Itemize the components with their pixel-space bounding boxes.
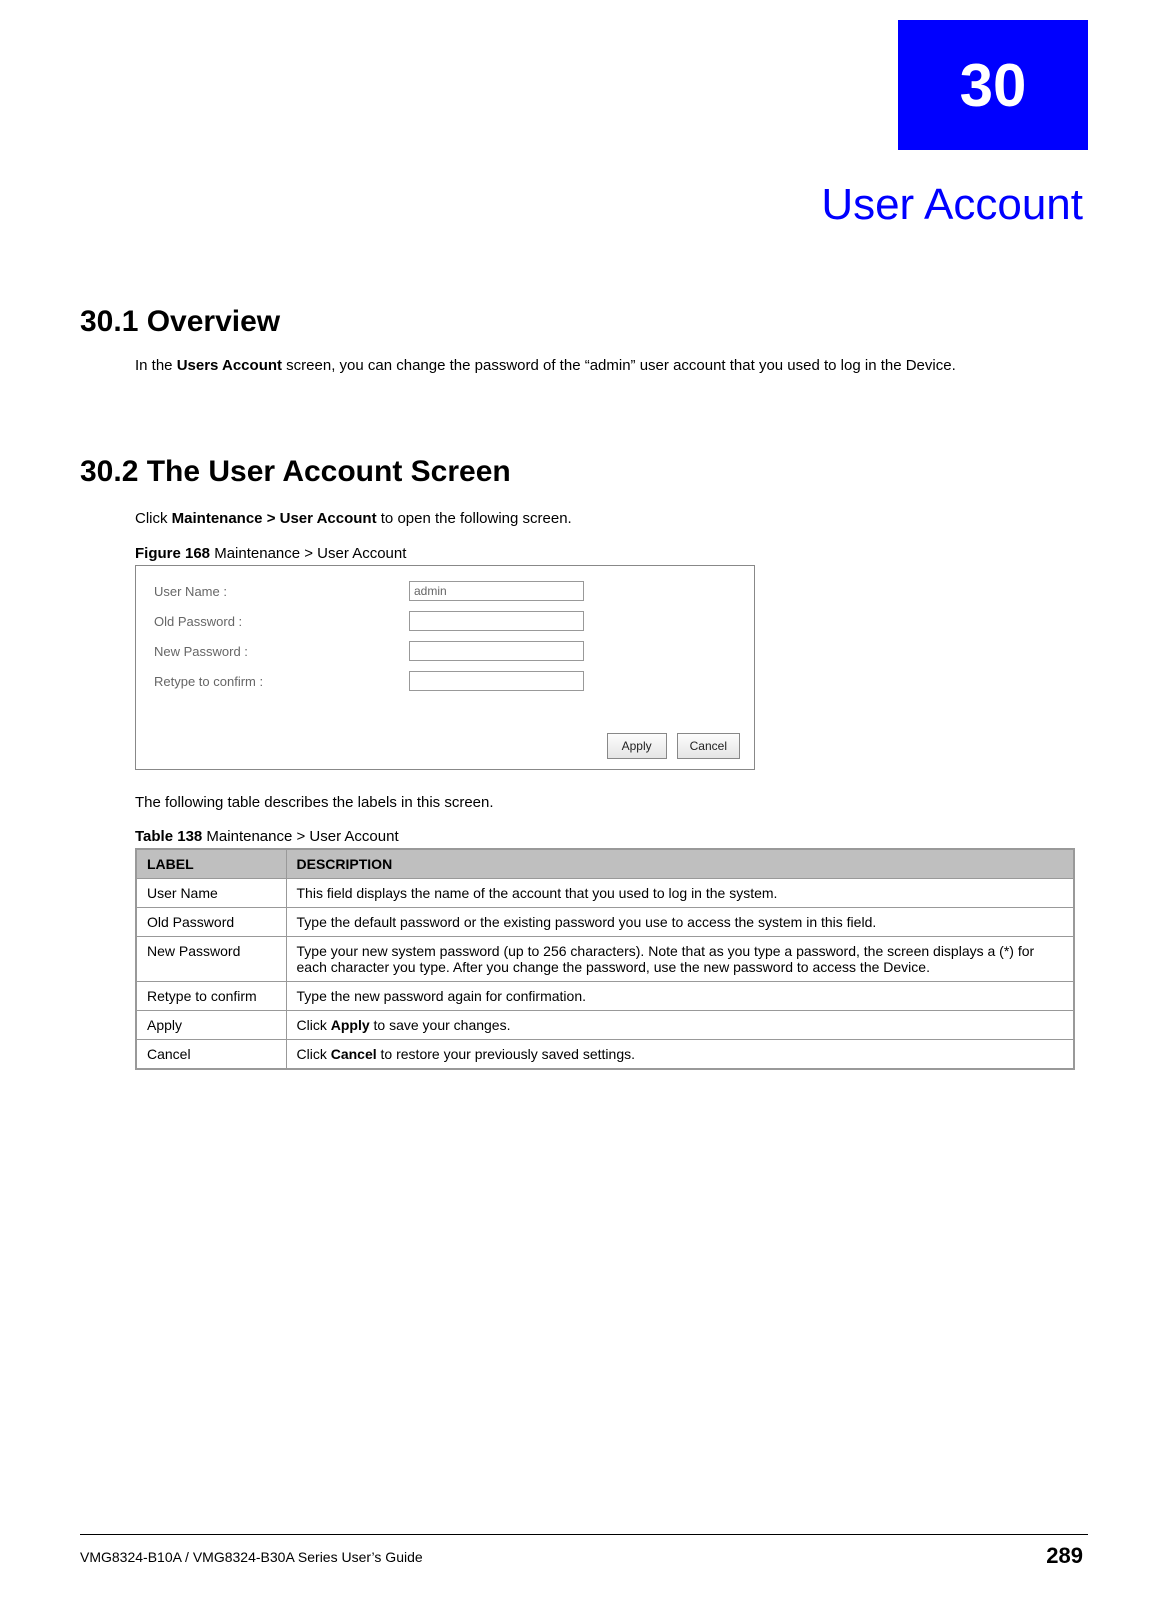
bold-users-account: Users Account [177, 357, 282, 374]
table-row: Retype to confirm Type the new password … [136, 982, 1074, 1011]
chapter-title: User Account [821, 180, 1083, 230]
click-paragraph: Click Maintenance > User Account to open… [135, 508, 1035, 530]
description-table: LABEL DESCRIPTION User Name This field d… [135, 848, 1075, 1070]
figure-caption: Maintenance > User Account [210, 545, 406, 562]
table-row: User Name This field displays the name o… [136, 879, 1074, 908]
cancel-button[interactable]: Cancel [677, 733, 740, 759]
footer-divider [80, 1534, 1088, 1535]
cell-label: Old Password [136, 908, 286, 937]
text: Click [297, 1046, 331, 1062]
username-input[interactable] [409, 581, 584, 601]
breadcrumb-bold: Maintenance > User Account [172, 510, 377, 527]
chapter-badge: 30 [898, 20, 1088, 150]
oldpassword-input[interactable] [409, 611, 584, 631]
table-row: Old Password Type the default password o… [136, 908, 1074, 937]
cell-desc: Click Cancel to restore your previously … [286, 1040, 1074, 1070]
user-account-form-figure: User Name : Old Password : New Password … [135, 565, 755, 770]
form-row-oldpassword: Old Password : [154, 608, 736, 634]
button-row: Apply Cancel [607, 733, 740, 759]
table-label: Table 138 Maintenance > User Account [135, 828, 399, 845]
text: to open the following screen. [377, 510, 572, 527]
cell-label: User Name [136, 879, 286, 908]
table-row: New Password Type your new system passwo… [136, 937, 1074, 982]
text: Click [135, 510, 172, 527]
cell-desc: Type your new system password (up to 256… [286, 937, 1074, 982]
overview-paragraph: In the Users Account screen, you can cha… [135, 355, 1035, 377]
text: to save your changes. [370, 1017, 511, 1033]
form-row-newpassword: New Password : [154, 638, 736, 664]
newpassword-input[interactable] [409, 641, 584, 661]
table-header-row: LABEL DESCRIPTION [136, 849, 1074, 879]
cell-label: Retype to confirm [136, 982, 286, 1011]
bold-cancel: Cancel [331, 1046, 377, 1062]
text: In the [135, 357, 177, 374]
text: Click [297, 1017, 331, 1033]
table-row: Cancel Click Cancel to restore your prev… [136, 1040, 1074, 1070]
username-label: User Name : [154, 584, 409, 599]
bold-apply: Apply [331, 1017, 370, 1033]
following-paragraph: The following table describes the labels… [135, 792, 1035, 814]
figure-label: Figure 168 Maintenance > User Account [135, 545, 406, 562]
section-heading-overview: 30.1 Overview [80, 305, 280, 339]
form-row-retype: Retype to confirm : [154, 668, 736, 694]
table-caption: Maintenance > User Account [202, 828, 398, 845]
cell-label: New Password [136, 937, 286, 982]
chapter-number: 30 [960, 51, 1027, 120]
table-row: Apply Click Apply to save your changes. [136, 1011, 1074, 1040]
newpassword-label: New Password : [154, 644, 409, 659]
cell-desc: Type the default password or the existin… [286, 908, 1074, 937]
cell-label: Cancel [136, 1040, 286, 1070]
cell-desc: Type the new password again for confirma… [286, 982, 1074, 1011]
oldpassword-label: Old Password : [154, 614, 409, 629]
text: screen, you can change the password of t… [282, 357, 956, 374]
figure-number: Figure 168 [135, 545, 210, 562]
section-heading-screen: 30.2 The User Account Screen [80, 455, 511, 489]
apply-button[interactable]: Apply [607, 733, 667, 759]
cell-label: Apply [136, 1011, 286, 1040]
footer-page-number: 289 [1046, 1543, 1083, 1569]
table-number: Table 138 [135, 828, 202, 845]
retype-input[interactable] [409, 671, 584, 691]
retype-label: Retype to confirm : [154, 674, 409, 689]
cell-desc: This field displays the name of the acco… [286, 879, 1074, 908]
cell-desc: Click Apply to save your changes. [286, 1011, 1074, 1040]
th-label: LABEL [136, 849, 286, 879]
text: to restore your previously saved setting… [377, 1046, 635, 1062]
footer-guide-name: VMG8324-B10A / VMG8324-B30A Series User’… [80, 1549, 423, 1565]
th-description: DESCRIPTION [286, 849, 1074, 879]
form-row-username: User Name : [154, 578, 736, 604]
